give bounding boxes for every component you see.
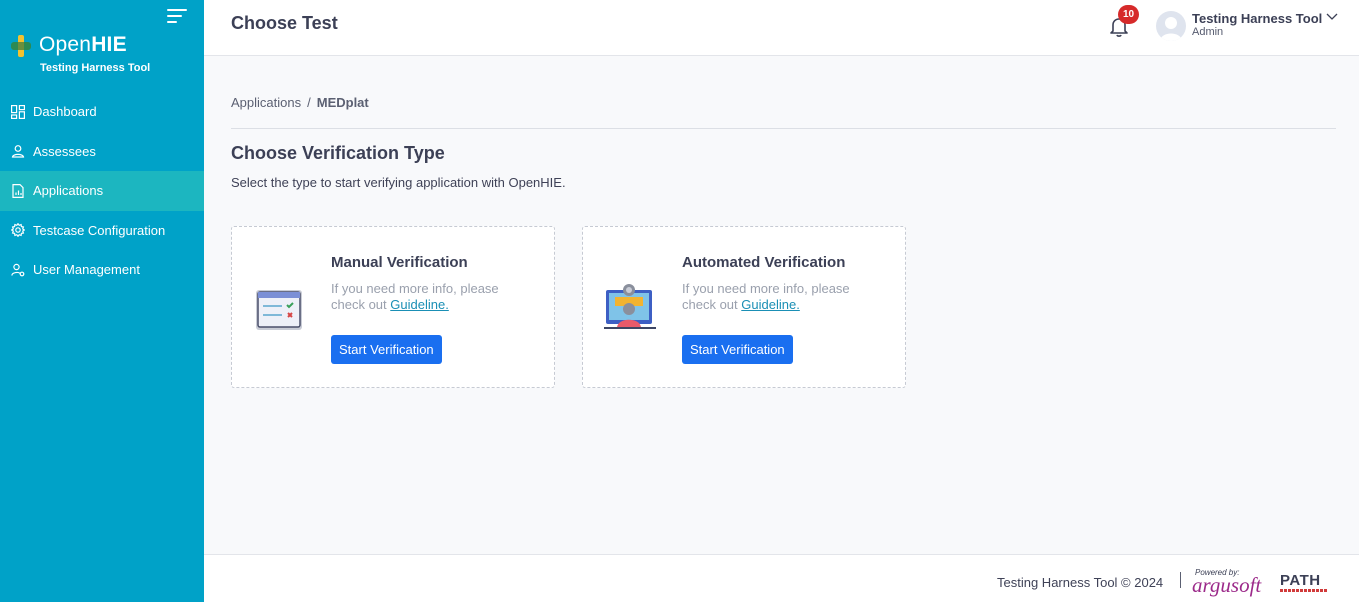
argusoft-logo: Powered by: argusoft <box>1192 568 1264 597</box>
gear-icon <box>11 223 25 238</box>
sidebar-item-applications[interactable]: Applications <box>0 171 204 211</box>
logo-subtitle: Testing Harness Tool <box>40 62 151 74</box>
sidebar: OpenHIE Testing Harness Tool Dashboard A… <box>0 0 204 602</box>
top-header: Choose Test 10 Testing Harness Tool Admi… <box>204 0 1359 56</box>
checklist-window-icon <box>256 290 302 330</box>
menu-toggle-icon[interactable] <box>167 9 187 23</box>
manual-verification-card: Manual Verification If you need more inf… <box>231 226 555 388</box>
path-logo: PATH <box>1280 572 1328 594</box>
breadcrumb-current: MEDplat <box>316 95 369 110</box>
openhie-logo: OpenHIE Testing Harness Tool <box>11 33 196 79</box>
card-info: If you need more info, please check out … <box>682 281 850 312</box>
guideline-link[interactable]: Guideline. <box>390 297 449 312</box>
copyright-text: Testing Harness Tool © 2024 <box>997 575 1164 590</box>
argusoft-wordmark: argusoft <box>1192 573 1262 597</box>
notification-badge[interactable]: 10 <box>1118 5 1139 24</box>
path-logo-stripe <box>1280 589 1328 592</box>
sidebar-item-label: Applications <box>33 183 104 199</box>
sidebar-item-user-management[interactable]: User Management <box>0 250 204 290</box>
footer-divider <box>1180 572 1181 588</box>
guideline-link[interactable]: Guideline. <box>741 297 800 312</box>
sidebar-item-testcase-configuration[interactable]: Testcase Configuration <box>0 211 204 251</box>
user-role: Admin <box>1192 26 1224 38</box>
document-chart-icon <box>11 183 25 198</box>
card-info: If you need more info, please check out … <box>331 281 499 312</box>
chevron-down-icon[interactable] <box>1326 13 1338 21</box>
user-icon <box>11 144 25 158</box>
sidebar-item-label: Dashboard <box>33 104 97 120</box>
openhie-logo-mark-icon <box>11 35 31 57</box>
breadcrumb-separator: / <box>307 95 311 110</box>
user-name[interactable]: Testing Harness Tool <box>1192 11 1322 26</box>
divider <box>231 128 1336 129</box>
path-wordmark: PATH <box>1280 572 1321 589</box>
card-title: Manual Verification <box>331 254 468 271</box>
breadcrumb-applications-link[interactable]: Applications <box>231 95 301 110</box>
sidebar-item-label: Assessees <box>33 143 96 159</box>
sidebar-item-assessees[interactable]: Assessees <box>0 132 204 172</box>
footer: Testing Harness Tool © 2024 Powered by: … <box>204 554 1359 602</box>
sidebar-nav: Dashboard Assessees Applications Testcas… <box>0 92 204 290</box>
sidebar-item-label: User Management <box>33 262 140 278</box>
start-automated-verification-button[interactable]: Start Verification <box>682 335 793 364</box>
breadcrumb: Applications / MEDplat <box>231 95 369 110</box>
automated-monitor-icon <box>604 284 656 329</box>
start-manual-verification-button[interactable]: Start Verification <box>331 335 442 364</box>
dashboard-icon <box>11 104 25 119</box>
sidebar-item-dashboard[interactable]: Dashboard <box>0 92 204 132</box>
section-description: Select the type to start verifying appli… <box>231 175 566 190</box>
card-title: Automated Verification <box>682 254 846 271</box>
logo-text: OpenHIE <box>39 33 127 56</box>
page-title: Choose Test <box>231 13 338 33</box>
user-settings-icon <box>11 263 25 277</box>
avatar[interactable] <box>1156 11 1186 41</box>
automated-verification-card: Automated Verification If you need more … <box>582 226 906 388</box>
section-title: Choose Verification Type <box>231 143 445 163</box>
sidebar-item-label: Testcase Configuration <box>33 222 166 238</box>
